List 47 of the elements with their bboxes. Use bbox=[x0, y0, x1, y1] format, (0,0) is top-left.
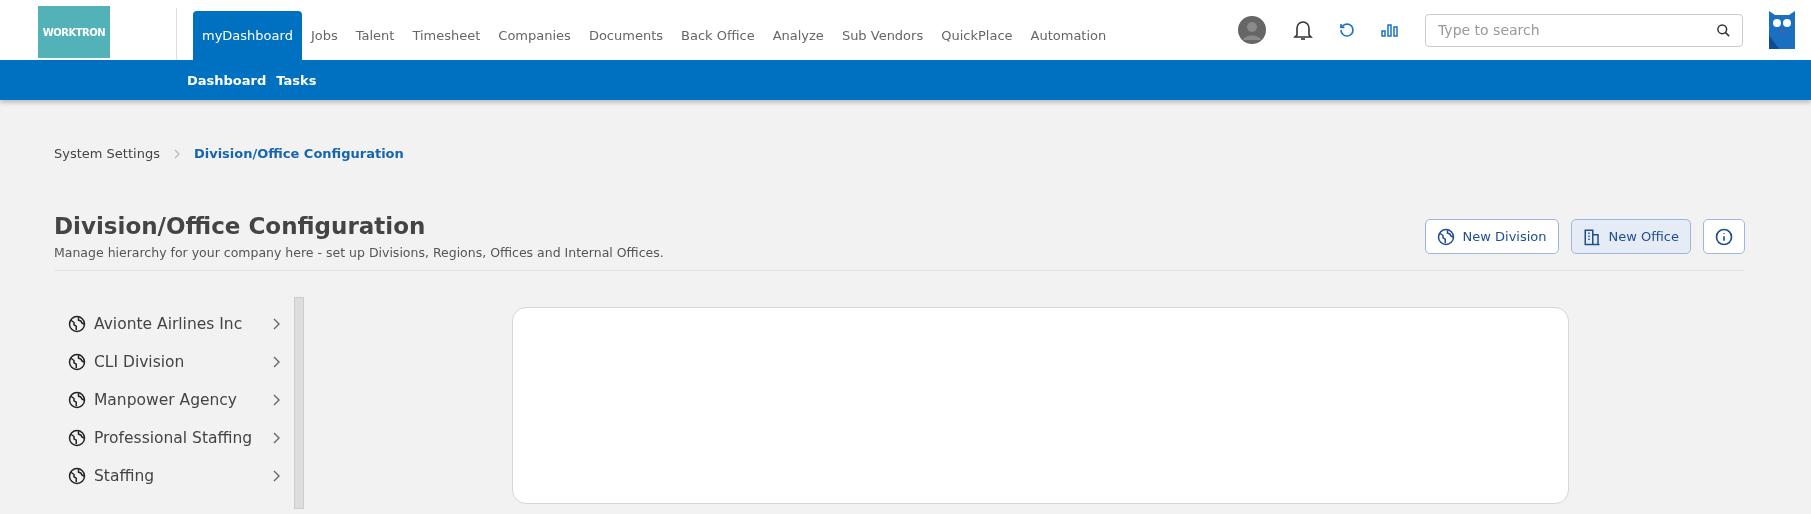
search-icon[interactable] bbox=[1716, 22, 1731, 38]
search-field[interactable]: Type to search bbox=[1425, 13, 1743, 47]
tree-item[interactable]: Avionte Airlines Inc bbox=[94, 315, 264, 333]
chevron-right-icon bbox=[272, 318, 280, 330]
new-office-button[interactable]: New Office bbox=[1570, 219, 1691, 254]
subnav-link[interactable]: Dashboard bbox=[187, 72, 267, 88]
nav-tab[interactable]: Jobs bbox=[301, 11, 347, 60]
info-button[interactable] bbox=[1703, 219, 1745, 254]
new-division-button[interactable]: New Division bbox=[1424, 219, 1559, 254]
globe-icon bbox=[68, 467, 86, 485]
subnav-link[interactable]: Tasks bbox=[276, 72, 317, 88]
nav-tab[interactable]: Timesheet bbox=[403, 11, 490, 60]
bar-chart-icon[interactable] bbox=[1381, 23, 1399, 37]
tree-item[interactable]: Manpower Agency bbox=[94, 391, 264, 409]
nav-tab[interactable]: QuickPlace bbox=[932, 11, 1022, 60]
chevron-right-icon bbox=[272, 356, 280, 368]
refresh-icon[interactable] bbox=[1339, 22, 1355, 38]
scrollbar[interactable] bbox=[294, 297, 304, 509]
globe-icon bbox=[68, 429, 86, 447]
breadcrumb-link[interactable]: System Settings bbox=[54, 146, 160, 161]
chevron-right-icon bbox=[272, 470, 280, 482]
nav-tab[interactable]: Analyze bbox=[763, 11, 833, 60]
building-icon bbox=[1582, 227, 1601, 246]
nav-tab[interactable]: Back Office bbox=[672, 11, 764, 60]
chevron-right-icon bbox=[272, 432, 280, 444]
tree-item[interactable]: CLI Division bbox=[94, 353, 264, 371]
tree-item[interactable]: Staffing bbox=[94, 467, 264, 485]
nav-tab[interactable]: Automation bbox=[1021, 11, 1116, 60]
nav-tab[interactable]: Documents bbox=[579, 11, 672, 60]
globe-icon bbox=[68, 353, 86, 371]
chevron-right-icon bbox=[173, 148, 180, 159]
info-icon bbox=[1715, 227, 1733, 246]
chevron-right-icon bbox=[272, 394, 280, 406]
bell-icon[interactable] bbox=[1293, 19, 1313, 41]
nav-tab[interactable]: Companies bbox=[489, 11, 580, 60]
breadcrumb-link[interactable]: Division/Office Configuration bbox=[193, 146, 404, 161]
page-subtitle: Manage hierarchy for your company here - set up Divisions, Regions, Offices and Internal Offices. bbox=[54, 245, 664, 260]
globe-icon bbox=[68, 391, 86, 409]
globe-icon bbox=[1436, 227, 1455, 246]
avatar-icon[interactable] bbox=[1237, 15, 1267, 45]
page-title: Division/Office Configuration bbox=[54, 213, 427, 239]
globe-icon bbox=[68, 315, 86, 333]
nav-tab[interactable]: Talent bbox=[346, 11, 404, 60]
owl-logo-icon[interactable] bbox=[1769, 11, 1795, 49]
tree-item[interactable]: Professional Staffing bbox=[94, 429, 264, 447]
nav-tab[interactable]: Sub Vendors bbox=[832, 11, 933, 60]
nav-tab[interactable]: myDashboard bbox=[193, 11, 302, 60]
